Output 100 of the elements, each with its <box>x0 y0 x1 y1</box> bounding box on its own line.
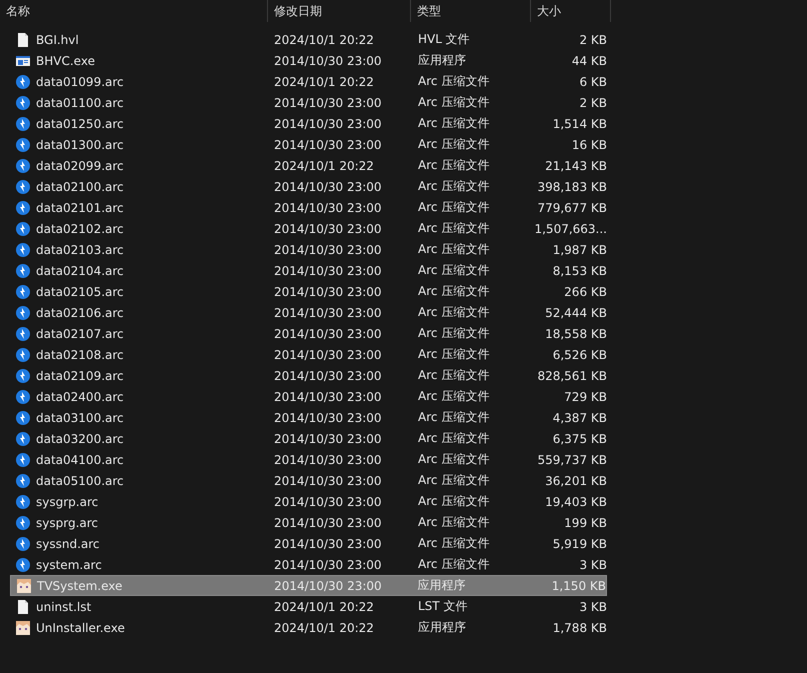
file-type: Arc 压缩文件 <box>418 536 490 550</box>
file-size: 16 KB <box>572 138 607 152</box>
file-row[interactable]: data03200.arc 2014/10/30 23:00 Arc 压缩文件 6,375 KB <box>10 428 607 449</box>
file-row[interactable]: BGI.hvl 2024/10/1 20:22 HVL 文件 2 KB <box>10 29 607 50</box>
file-row[interactable]: data02100.arc 2014/10/30 23:00 Arc 压缩文件 398,183 KB <box>10 176 607 197</box>
file-name: data02101.arc <box>36 200 124 214</box>
archive-icon <box>15 536 31 552</box>
file-row[interactable]: UnInstaller.exe 2024/10/1 20:22 应用程序 1,788 KB <box>10 617 607 638</box>
file-row[interactable]: data05100.arc 2014/10/30 23:00 Arc 压缩文件 36,201 KB <box>10 470 607 491</box>
file-row[interactable]: data02105.arc 2014/10/30 23:00 Arc 压缩文件 266 KB <box>10 281 607 302</box>
file-size: 398,183 KB <box>537 180 607 194</box>
file-row[interactable]: data01300.arc 2014/10/30 23:00 Arc 压缩文件 16 KB <box>10 134 607 155</box>
file-row[interactable]: data02106.arc 2014/10/30 23:00 Arc 压缩文件 52,444 KB <box>10 302 607 323</box>
file-type: Arc 压缩文件 <box>418 515 490 529</box>
archive-icon <box>15 368 31 384</box>
file-name: data02105.arc <box>36 284 124 298</box>
file-type: Arc 压缩文件 <box>418 263 490 277</box>
archive-icon <box>15 242 31 258</box>
modified-date: 2014/10/30 23:00 <box>274 284 382 298</box>
modified-date: 2014/10/30 23:00 <box>274 306 382 320</box>
file-name: sysgrp.arc <box>36 494 98 508</box>
file-size: 779,677 KB <box>537 200 607 214</box>
file-name: data02103.arc <box>36 242 124 256</box>
file-row[interactable]: data02101.arc 2014/10/30 23:00 Arc 压缩文件 779,677 KB <box>10 197 607 218</box>
archive-icon <box>15 220 31 236</box>
file-row[interactable]: data01250.arc 2014/10/30 23:00 Arc 压缩文件 1,514 KB <box>10 113 607 134</box>
modified-date: 2014/10/30 23:00 <box>274 326 382 340</box>
file-row[interactable]: data01100.arc 2014/10/30 23:00 Arc 压缩文件 2 KB <box>10 92 607 113</box>
file-row[interactable]: data02104.arc 2014/10/30 23:00 Arc 压缩文件 8,153 KB <box>10 260 607 281</box>
modified-date: 2014/10/30 23:00 <box>274 180 382 194</box>
file-name: data02109.arc <box>36 368 124 382</box>
file-size: 21,143 KB <box>545 158 607 172</box>
file-row[interactable]: data03100.arc 2014/10/30 23:00 Arc 压缩文件 4,387 KB <box>10 407 607 428</box>
archive-icon <box>15 284 31 300</box>
file-size: 18,558 KB <box>545 326 607 340</box>
modified-date: 2014/10/30 23:00 <box>274 474 382 488</box>
modified-date: 2014/10/30 23:00 <box>274 410 382 424</box>
archive-icon <box>15 430 31 446</box>
modified-date: 2014/10/30 23:00 <box>274 222 382 236</box>
file-row[interactable]: data02099.arc 2024/10/1 20:22 Arc 压缩文件 21,143 KB <box>10 155 607 176</box>
file-row[interactable]: system.arc 2014/10/30 23:00 Arc 压缩文件 3 KB <box>10 554 607 575</box>
column-header[interactable]: 类型 <box>417 2 441 20</box>
file-row[interactable]: BHVC.exe 2014/10/30 23:00 应用程序 44 KB <box>10 50 607 71</box>
file-row[interactable]: sysgrp.arc 2014/10/30 23:00 Arc 压缩文件 19,403 KB <box>10 491 607 512</box>
file-row[interactable]: TVSystem.exe 2014/10/30 23:00 应用程序 1,150 KB <box>10 575 607 596</box>
file-row[interactable]: sysprg.arc 2014/10/30 23:00 Arc 压缩文件 199 KB <box>10 512 607 533</box>
modified-date: 2024/10/1 20:22 <box>274 32 374 46</box>
column-header[interactable]: 大小 <box>537 2 561 20</box>
file-row[interactable]: syssnd.arc 2014/10/30 23:00 Arc 压缩文件 5,919 KB <box>10 533 607 554</box>
file-size: 3 KB <box>579 600 607 614</box>
modified-date: 2014/10/30 23:00 <box>274 578 382 592</box>
file-type: Arc 压缩文件 <box>418 494 490 508</box>
file-size: 19,403 KB <box>545 494 607 508</box>
file-size: 266 KB <box>564 284 607 298</box>
archive-icon <box>15 262 31 278</box>
file-row[interactable]: data02400.arc 2014/10/30 23:00 Arc 压缩文件 729 KB <box>10 386 607 407</box>
file-row[interactable]: data02102.arc 2014/10/30 23:00 Arc 压缩文件 1,507,663... <box>10 218 607 239</box>
column-header[interactable]: 名称 <box>6 2 30 20</box>
file-type: Arc 压缩文件 <box>418 305 490 319</box>
file-row[interactable]: data01099.arc 2024/10/1 20:22 Arc 压缩文件 6 KB <box>10 71 607 92</box>
file-size: 36,201 KB <box>545 474 607 488</box>
file-name: data01099.arc <box>36 74 124 88</box>
file-row[interactable]: data04100.arc 2014/10/30 23:00 Arc 压缩文件 559,737 KB <box>10 449 607 470</box>
archive-icon <box>15 472 31 488</box>
modified-date: 2014/10/30 23:00 <box>274 558 382 572</box>
file-type: 应用程序 <box>418 53 466 67</box>
archive-icon <box>15 452 31 468</box>
file-name: data02099.arc <box>36 158 124 172</box>
file-size: 4,387 KB <box>552 410 607 424</box>
file-size: 6,526 KB <box>552 348 607 362</box>
modified-date: 2014/10/30 23:00 <box>274 452 382 466</box>
file-size: 1,514 KB <box>552 116 607 130</box>
character-icon <box>15 620 31 636</box>
file-name: data02100.arc <box>36 180 124 194</box>
file-type: Arc 压缩文件 <box>418 389 490 403</box>
archive-icon <box>15 514 31 530</box>
modified-date: 2014/10/30 23:00 <box>274 138 382 152</box>
file-row[interactable]: data02103.arc 2014/10/30 23:00 Arc 压缩文件 1,987 KB <box>10 239 607 260</box>
modified-date: 2014/10/30 23:00 <box>274 368 382 382</box>
file-type: HVL 文件 <box>418 32 470 46</box>
modified-date: 2014/10/30 23:00 <box>274 96 382 110</box>
file-name: system.arc <box>36 558 102 572</box>
file-type: LST 文件 <box>418 599 468 613</box>
file-row[interactable]: data02107.arc 2014/10/30 23:00 Arc 压缩文件 18,558 KB <box>10 323 607 344</box>
file-row[interactable]: uninst.lst 2024/10/1 20:22 LST 文件 3 KB <box>10 596 607 617</box>
modified-date: 2014/10/30 23:00 <box>274 264 382 278</box>
column-header[interactable]: 修改日期 <box>274 2 322 20</box>
document-icon <box>15 32 31 48</box>
file-name: data02400.arc <box>36 390 124 404</box>
file-name: BHVC.exe <box>36 54 95 68</box>
file-row[interactable]: data02108.arc 2014/10/30 23:00 Arc 压缩文件 6,526 KB <box>10 344 607 365</box>
file-type: Arc 压缩文件 <box>418 431 490 445</box>
archive-icon <box>15 200 31 216</box>
file-size: 828,561 KB <box>537 368 607 382</box>
archive-icon <box>15 410 31 426</box>
file-size: 52,444 KB <box>545 306 607 320</box>
file-row[interactable]: data02109.arc 2014/10/30 23:00 Arc 压缩文件 828,561 KB <box>10 365 607 386</box>
file-name: data03200.arc <box>36 432 124 446</box>
file-type: Arc 压缩文件 <box>418 284 490 298</box>
archive-icon <box>15 74 31 90</box>
